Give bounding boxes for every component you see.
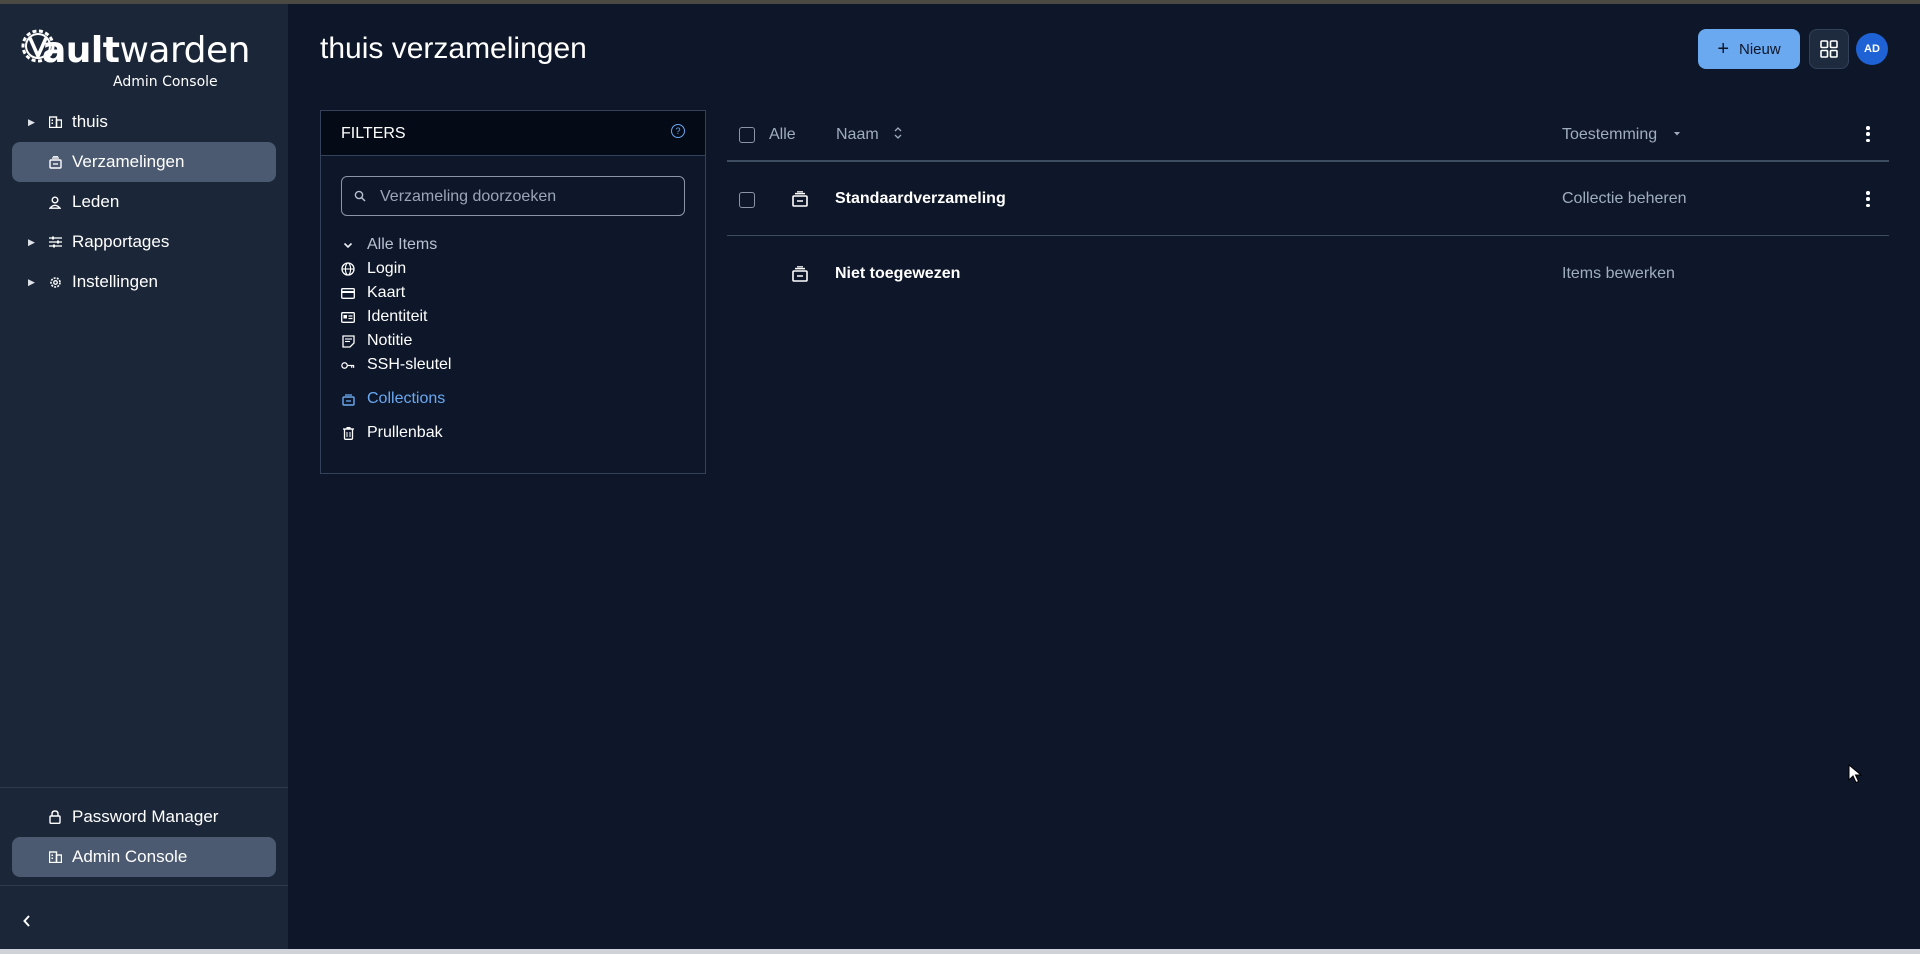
sliders-icon [48, 235, 62, 249]
new-button-label: Nieuw [1739, 40, 1781, 58]
business-icon [48, 115, 62, 129]
filter-label: Collections [367, 390, 446, 407]
collection-icon [792, 191, 808, 207]
sidebar-divider [0, 885, 288, 886]
sidebar-item-label: Admin Console [72, 847, 188, 866]
filter-type-identity[interactable]: Identiteit [341, 307, 427, 327]
vaultwarden-logo[interactable]: aultwarden Admin Console [18, 22, 250, 90]
filter-type-note[interactable]: Notitie [341, 331, 412, 351]
sidebar: aultwarden Admin Console ▶ thuis Verzame… [0, 4, 288, 949]
lock-icon [48, 810, 62, 824]
row-options-menu-button[interactable] [1866, 191, 1870, 207]
row-permission: Items bewerken [1562, 265, 1675, 282]
column-header-name-label: Naam [836, 126, 879, 143]
filters-title: FILTERS [341, 125, 406, 142]
user-icon [48, 195, 62, 209]
collection-icon [48, 155, 62, 169]
collection-icon [792, 266, 808, 282]
window-bottom-border [0, 949, 1920, 954]
caret-down-icon [1673, 132, 1680, 136]
filter-type-ssh-key[interactable]: SSH-sleutel [341, 355, 451, 375]
filter-type-login[interactable]: Login [341, 259, 406, 279]
sidebar-item-label: Instellingen [72, 272, 159, 291]
globe-icon [341, 262, 355, 276]
product-switcher-button[interactable] [1809, 29, 1849, 69]
table-row-divider [727, 235, 1889, 236]
column-header-permission-label: Toestemming [1562, 126, 1658, 143]
search-icon [354, 190, 366, 202]
filter-label: Notitie [367, 332, 413, 349]
logo-subtitle: Admin Console [113, 74, 218, 90]
business-icon [48, 850, 62, 864]
window-top-border [0, 0, 1920, 4]
chevron-down-icon[interactable] [341, 238, 355, 252]
sidebar-item-leden[interactable]: Leden [12, 182, 276, 222]
new-button[interactable]: + Nieuw [1698, 29, 1800, 69]
sidebar-item-password-manager[interactable]: Password Manager [12, 797, 276, 837]
sort-icon [894, 127, 902, 139]
page-title: thuis verzamelingen [320, 32, 587, 65]
table-header-divider [727, 160, 1889, 162]
sidebar-item-verzamelingen[interactable]: Verzamelingen [12, 142, 276, 182]
gear-icon [48, 275, 62, 289]
search-input[interactable] [378, 185, 672, 209]
column-header-permission[interactable]: Toestemming [1562, 126, 1682, 144]
filter-label: Prullenbak [367, 424, 443, 441]
chevron-left-icon [23, 915, 30, 927]
collection-icon [341, 392, 355, 406]
filter-all-items[interactable]: Alle Items [341, 235, 437, 255]
select-all-label[interactable]: Alle [769, 126, 796, 144]
filter-label: Kaart [367, 284, 406, 301]
grid-icon [1820, 40, 1838, 58]
key-icon [341, 358, 355, 372]
expand-caret-icon[interactable]: ▶ [28, 237, 38, 248]
filter-label: Login [367, 260, 407, 277]
filters-header: FILTERS ? [321, 111, 705, 156]
column-header-name[interactable]: Naam [836, 126, 903, 144]
header-options-menu-button[interactable] [1866, 126, 1870, 142]
filter-label: Identiteit [367, 308, 428, 325]
row-permission: Collectie beheren [1562, 190, 1687, 207]
trash-icon [341, 426, 355, 440]
id-card-icon [341, 310, 355, 324]
filter-label: Alle Items [367, 236, 438, 253]
avatar[interactable]: AD [1856, 33, 1888, 65]
logo-wordmark: aultwarden [42, 30, 250, 71]
row-name[interactable]: Standaardverzameling [835, 190, 1006, 208]
expand-caret-icon[interactable]: ▶ [28, 277, 38, 288]
note-icon [341, 334, 355, 348]
filter-label: SSH-sleutel [367, 356, 452, 373]
collection-search-field[interactable] [341, 176, 685, 216]
collapse-sidebar-button[interactable] [22, 912, 32, 933]
filter-collections[interactable]: Collections [341, 389, 445, 409]
select-all-checkbox[interactable] [739, 127, 755, 143]
row-checkbox[interactable] [739, 192, 755, 208]
sidebar-item-label: Rapportages [72, 232, 170, 251]
sidebar-item-label: Leden [72, 192, 120, 211]
plus-icon: + [1717, 38, 1729, 60]
filter-trash[interactable]: Prullenbak [341, 423, 443, 443]
expand-caret-icon[interactable]: ▶ [28, 117, 38, 128]
table-header: Alle Naam Toestemming [727, 110, 1889, 160]
help-icon[interactable]: ? [671, 124, 685, 138]
sidebar-item-label: Verzamelingen [72, 152, 185, 171]
sidebar-item-admin-console[interactable]: Admin Console [12, 837, 276, 877]
credit-card-icon [341, 286, 355, 300]
sidebar-item-rapportages[interactable]: ▶ Rapportages [12, 222, 276, 262]
sidebar-item-thuis[interactable]: ▶ thuis [12, 102, 276, 142]
sidebar-item-instellingen[interactable]: ▶ Instellingen [12, 262, 276, 302]
row-name[interactable]: Niet toegewezen [835, 265, 960, 283]
sidebar-divider [0, 787, 288, 788]
sidebar-item-label: Password Manager [72, 807, 219, 826]
filters-panel: FILTERS ? Alle Items Login Kaart Identit… [320, 110, 706, 474]
filter-type-card[interactable]: Kaart [341, 283, 405, 303]
mouse-cursor-icon [1848, 764, 1862, 784]
sidebar-item-label: thuis [72, 112, 108, 131]
